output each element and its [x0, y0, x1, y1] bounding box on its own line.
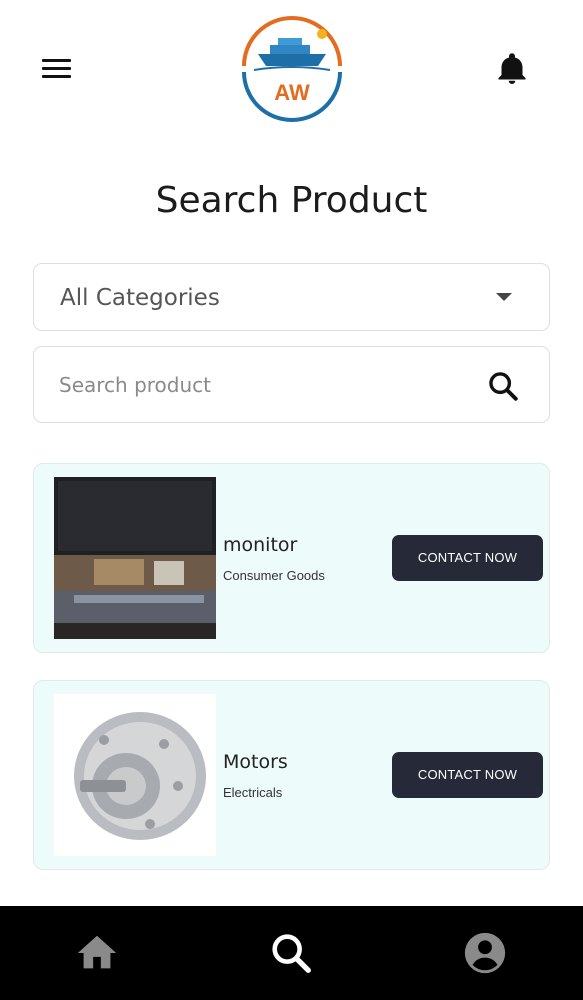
product-card[interactable]: Motors Electricals CONTACT NOW: [33, 680, 550, 870]
brand-logo: AW: [242, 16, 342, 122]
menu-line: [42, 75, 71, 78]
product-name: Motors: [223, 751, 288, 773]
chevron-down-icon: [496, 293, 512, 301]
contact-now-button[interactable]: CONTACT NOW: [392, 752, 543, 798]
product-category: Electricals: [223, 785, 283, 800]
search-icon[interactable]: [486, 369, 520, 403]
account-icon[interactable]: [462, 930, 508, 976]
product-image-motor: [54, 694, 216, 856]
search-icon[interactable]: [268, 930, 314, 976]
bell-icon[interactable]: [494, 50, 530, 88]
product-card[interactable]: monitor Consumer Goods CONTACT NOW: [33, 463, 550, 653]
menu-line: [42, 67, 71, 70]
menu-line: [42, 59, 71, 62]
product-category: Consumer Goods: [223, 568, 325, 583]
category-selected-value: All Categories: [60, 285, 220, 311]
logo-text: AW: [274, 80, 310, 105]
product-image-monitor: [54, 477, 216, 639]
product-name: monitor: [223, 534, 298, 556]
hamburger-menu-icon[interactable]: [40, 56, 74, 82]
search-box: [33, 346, 550, 423]
page-title: Search Product: [155, 180, 428, 221]
category-dropdown[interactable]: All Categories: [33, 263, 550, 331]
search-input[interactable]: [59, 367, 459, 403]
bottom-navigation: [0, 906, 583, 1000]
contact-now-button[interactable]: CONTACT NOW: [392, 535, 543, 581]
home-icon[interactable]: [74, 930, 120, 976]
app-header: AW: [0, 0, 583, 140]
